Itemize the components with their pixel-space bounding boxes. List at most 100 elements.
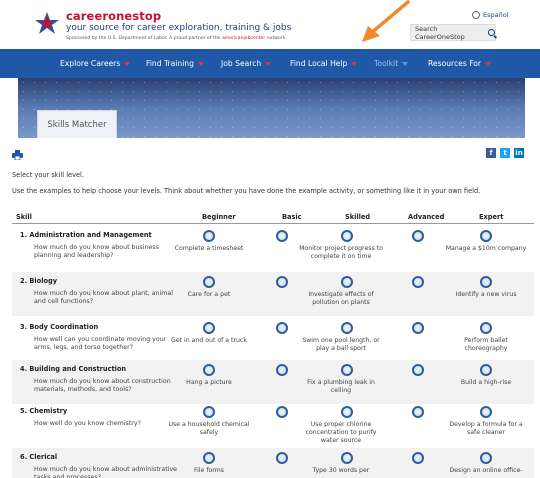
radio-expert[interactable] [480,406,492,418]
example-skilled: Use proper chlorine concentration to pur… [305,421,377,444]
brand-tagline: your source for career exploration, trai… [66,23,292,33]
table-row: 3. Body Coordination How well can you coo… [12,318,534,362]
sponsor-suffix: network. [266,36,287,41]
skill-question: How well can you coordinate moving your … [34,336,167,351]
brand-name[interactable]: careeronestop [66,9,161,23]
header-basic: Basic [282,213,302,221]
table-row: 5. Chemistry How well do you know chemist… [12,402,534,446]
example-expert: Design an online office- [449,467,523,474]
radio-basic[interactable] [276,452,288,464]
example-skilled: Investigate effects of pollution on plan… [308,291,374,306]
chevron-down-icon [351,61,358,66]
nav-label: Resources For [428,59,482,68]
nav-label: Explore Careers [60,59,121,68]
skill-name: 2. Biology [20,277,58,285]
chevron-down-icon [197,61,204,66]
radio-skilled[interactable] [341,230,353,242]
chevron-down-icon [265,61,272,66]
nav-explore-careers[interactable]: Explore Careers [60,49,131,78]
radio-basic[interactable] [276,276,288,288]
chevron-down-icon [124,61,131,66]
example-skilled: Monitor project progress to complete it … [299,245,383,260]
radio-basic[interactable] [276,230,288,242]
espanol-link[interactable]: Español [472,11,509,19]
radio-advanced[interactable] [412,276,424,288]
nav-job-search[interactable]: Job Search [221,49,272,78]
example-expert: Develop a formula for a safe cleaner [449,421,523,436]
nav-label: Find Training [146,59,194,68]
radio-skilled[interactable] [341,364,353,376]
header-skill: Skill [16,213,32,221]
orange-arrow-icon [362,0,410,42]
radio-advanced[interactable] [412,364,424,376]
radio-beginner[interactable] [203,322,215,334]
skill-question: How well do you know chemistry? [34,420,141,427]
header-beginner: Beginner [202,213,236,221]
page-title: Skills Matcher [37,110,117,138]
nav-label: Find Local Help [290,59,348,68]
table-header: Skill Beginner Basic Skilled Advanced Ex… [12,210,534,224]
skill-question: How much do you know about construction … [34,378,171,393]
radio-skilled[interactable] [341,406,353,418]
example-expert: Perform ballet choreography [464,337,508,352]
nav-find-training[interactable]: Find Training [146,49,204,78]
table-row: 1. Administration and Management How much… [12,226,534,270]
search-button[interactable]: Search CareerOneStop [410,24,496,41]
main-nav: Explore Careers Find Training Job Search… [0,49,540,78]
radio-expert[interactable] [480,322,492,334]
radio-skilled[interactable] [341,276,353,288]
example-expert: Identify a new virus [455,291,517,298]
example-expert: Build a high-rise [460,379,512,386]
print-icon[interactable] [12,150,23,160]
careeronestop-logo-icon[interactable] [33,10,61,38]
radio-beginner[interactable] [203,452,215,464]
nav-label: Job Search [221,59,262,68]
radio-beginner[interactable] [203,364,215,376]
radio-skilled[interactable] [341,322,353,334]
example-beginner: File forms [194,467,224,474]
radio-basic[interactable] [276,364,288,376]
radio-expert[interactable] [480,230,492,242]
example-skilled: Fix a plumbing leak in ceiling [307,379,375,394]
header-advanced: Advanced [408,213,445,221]
example-expert: Manage a $10m company [445,245,527,252]
radio-beginner[interactable] [203,230,215,242]
table-row: 6. Clerical How much do you know about ad… [12,448,534,478]
example-beginner: Complete a timesheet [174,245,244,252]
nav-find-local-help[interactable]: Find Local Help [290,49,358,78]
radio-expert[interactable] [480,452,492,464]
chevron-down-icon [485,61,492,66]
search-icon [488,29,495,36]
nav-toolkit[interactable]: Toolkit [374,49,409,78]
skill-question: How much do you know about administrativ… [34,466,178,478]
sponsor-partner-link[interactable]: americanjobcenter [222,36,265,41]
radio-basic[interactable] [276,406,288,418]
radio-advanced[interactable] [412,406,424,418]
skill-question: How much do you know about plant, animal… [34,290,173,305]
header-skilled: Skilled [345,213,371,221]
skill-name: 4. Building and Construction [20,365,127,373]
radio-basic[interactable] [276,322,288,334]
nav-label: Toolkit [374,59,399,68]
skill-question: How much do you know about business plan… [34,244,159,259]
radio-advanced[interactable] [412,322,424,334]
example-beginner: Hang a picture [186,379,232,386]
table-row: 2. Biology How much do you know about pla… [12,272,534,316]
facebook-share-button[interactable]: f [486,148,496,158]
radio-beginner[interactable] [203,276,215,288]
sponsor-prefix: Sponsored by the U.S. Department of Labo… [66,36,221,41]
radio-advanced[interactable] [412,452,424,464]
example-beginner: Care for a pet [187,291,231,298]
radio-advanced[interactable] [412,230,424,242]
linkedin-share-button[interactable]: in [514,148,524,158]
example-skilled: Swim one pool length, or play a ball spo… [302,337,380,352]
twitter-share-button[interactable]: t [500,148,510,158]
radio-skilled[interactable] [341,452,353,464]
example-beginner: Get in and out of a truck [171,337,247,344]
header-expert: Expert [479,213,504,221]
radio-beginner[interactable] [203,406,215,418]
radio-expert[interactable] [480,364,492,376]
intro-guidance: Use the examples to help choose your lev… [12,187,481,195]
radio-expert[interactable] [480,276,492,288]
nav-resources-for[interactable]: Resources For [428,49,492,78]
